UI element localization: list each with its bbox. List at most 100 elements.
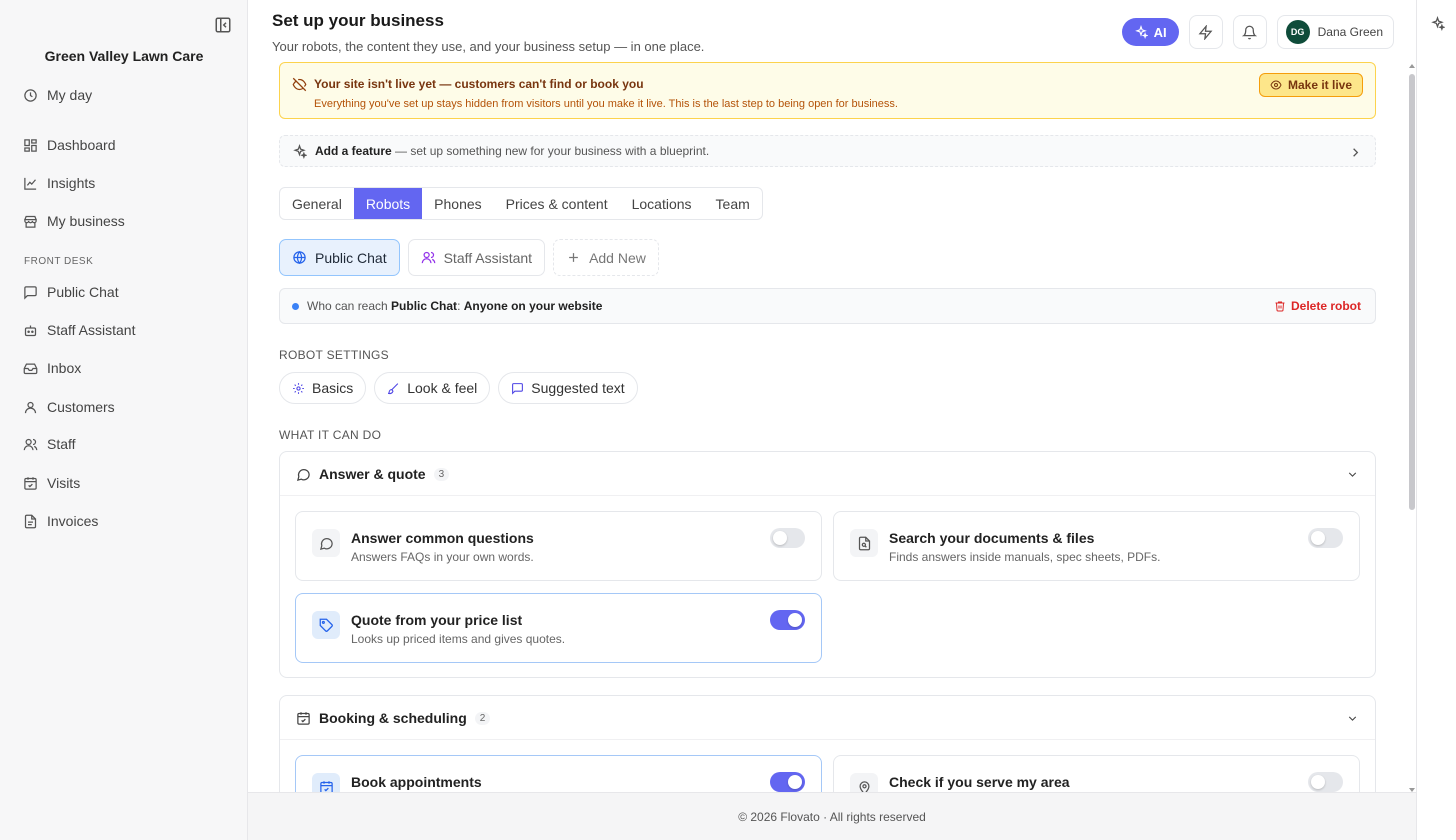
group-header[interactable]: Answer & quote 3 <box>296 466 450 482</box>
sidebar-item-visits[interactable]: Visits <box>23 472 80 494</box>
file-text-icon <box>24 514 37 528</box>
capability-toggle[interactable] <box>1308 772 1343 792</box>
robot-tab-public-chat[interactable]: Public Chat <box>279 239 400 276</box>
sidebar-item-label: Invoices <box>47 513 99 529</box>
sidebar-item-label: Public Chat <box>47 284 119 300</box>
sidebar-item-my-business[interactable]: My business <box>23 210 125 232</box>
user-name: Dana Green <box>1317 25 1383 39</box>
sidebar-collapse-icon[interactable] <box>214 16 232 34</box>
delete-robot-button[interactable]: Delete robot <box>1274 299 1361 313</box>
sidebar-item-label: Staff Assistant <box>47 322 136 338</box>
settings-pill-suggested-text[interactable]: Suggested text <box>498 372 638 404</box>
bell-icon <box>1242 25 1258 39</box>
capability-card-service-area: Check if you serve my area <box>833 755 1360 792</box>
chart-line-icon <box>24 177 37 190</box>
brush-icon <box>388 382 399 394</box>
users-icon <box>23 438 38 450</box>
sidebar-item-my-day[interactable]: My day <box>23 84 92 106</box>
sidebar-item-invoices[interactable]: Invoices <box>23 510 98 532</box>
robot-tab-staff-assistant[interactable]: Staff Assistant <box>407 239 546 276</box>
pill-label: Look & feel <box>407 380 478 396</box>
group-title: Booking & scheduling <box>319 710 467 726</box>
scroll-up-arrow[interactable] <box>1409 64 1415 68</box>
content-scrollbar[interactable] <box>1408 64 1416 792</box>
add-feature-desc: — set up something new for your business… <box>391 144 710 158</box>
add-new-robot-button[interactable]: Add New <box>553 239 659 276</box>
brand-name: Green Valley Lawn Care <box>44 48 204 64</box>
capability-toggle[interactable] <box>770 610 805 630</box>
scroll-down-arrow[interactable] <box>1409 788 1415 792</box>
capability-toggle[interactable] <box>1308 528 1343 548</box>
chevron-down-icon[interactable] <box>1346 712 1359 725</box>
calendar-check-icon <box>312 773 340 792</box>
trash-icon <box>1275 301 1285 312</box>
settings-pill-look-feel[interactable]: Look & feel <box>374 372 491 404</box>
gear-icon <box>293 382 304 394</box>
scroll-thumb[interactable] <box>1409 74 1415 510</box>
sparkles-icon[interactable] <box>1430 16 1445 31</box>
robot-tabs: Public Chat Staff Assistant Add New <box>279 239 659 276</box>
chevron-down-icon[interactable] <box>1346 468 1359 481</box>
tab-general[interactable]: General <box>280 188 354 219</box>
content-scroll-area[interactable]: Your site isn't live yet — customers can… <box>248 58 1416 792</box>
sidebar-item-dashboard[interactable]: Dashboard <box>23 134 116 156</box>
card-title: Search your documents & files <box>889 530 1095 546</box>
plus-icon <box>569 253 578 262</box>
reach-prefix: Who can reach <box>307 299 392 313</box>
divider <box>280 495 1375 496</box>
tab-prices-content[interactable]: Prices & content <box>494 188 620 219</box>
banner-title: Your site isn't live yet — customers can… <box>314 77 644 91</box>
sidebar-item-staff-assistant[interactable]: Staff Assistant <box>23 319 135 341</box>
file-search-icon <box>850 529 878 557</box>
capability-group-booking-scheduling: Booking & scheduling 2 Book appointments <box>279 695 1376 792</box>
status-dot <box>292 302 299 310</box>
make-it-live-label: Make it live <box>1287 78 1352 92</box>
capability-toggle[interactable] <box>770 528 805 548</box>
card-desc: Looks up priced items and gives quotes. <box>351 632 566 646</box>
card-title: Quote from your price list <box>351 612 523 628</box>
tab-locations[interactable]: Locations <box>620 188 704 219</box>
card-title: Book appointments <box>351 774 482 790</box>
reach-robot: Public Chat <box>391 299 458 313</box>
sparkles-icon <box>293 143 307 159</box>
divider <box>280 739 1375 740</box>
eye-icon <box>1270 80 1282 90</box>
make-it-live-button[interactable]: Make it live <box>1258 73 1363 97</box>
site-not-live-banner: Your site isn't live yet — customers can… <box>279 62 1376 119</box>
sidebar-item-staff[interactable]: Staff <box>23 433 76 455</box>
add-feature-title: Add a feature <box>315 144 392 158</box>
chevron-right-icon <box>1348 145 1361 158</box>
add-feature-bar[interactable]: Add a feature — set up something new for… <box>279 135 1376 167</box>
quick-actions-button[interactable] <box>1188 15 1223 49</box>
sidebar-item-insights[interactable]: Insights <box>23 172 95 194</box>
robot-settings-label: ROBOT SETTINGS <box>279 348 389 362</box>
user-icon <box>24 401 37 413</box>
sidebar-item-label: Visits <box>47 475 81 491</box>
zap-icon <box>1198 24 1213 40</box>
sidebar-item-public-chat[interactable]: Public Chat <box>23 281 119 303</box>
notifications-button[interactable] <box>1232 15 1267 49</box>
tag-icon <box>312 611 340 639</box>
capability-card-quote-price-list: Quote from your price list Looks up pric… <box>295 593 822 663</box>
calendar-check-icon <box>24 476 37 490</box>
sidebar-item-customers[interactable]: Customers <box>23 396 115 418</box>
tab-robots[interactable]: Robots <box>353 188 423 219</box>
ai-button[interactable]: AI <box>1121 18 1179 46</box>
group-count: 2 <box>474 711 491 725</box>
group-header[interactable]: Booking & scheduling 2 <box>296 710 491 726</box>
sidebar-item-label: My day <box>47 87 93 103</box>
add-feature-text: Add a feature — set up something new for… <box>315 144 709 158</box>
sidebar-item-label: Dashboard <box>47 137 116 153</box>
what-it-can-do-label: WHAT IT CAN DO <box>279 428 382 442</box>
tab-phones[interactable]: Phones <box>422 188 493 219</box>
avatar: DG <box>1285 20 1310 44</box>
globe-icon <box>293 250 306 265</box>
settings-pill-basics[interactable]: Basics <box>279 372 367 404</box>
inbox-icon <box>23 363 38 374</box>
user-menu-button[interactable]: DG Dana Green <box>1276 15 1394 49</box>
capability-toggle[interactable] <box>770 772 805 792</box>
card-desc: Answers FAQs in your own words. <box>351 550 534 564</box>
sidebar-item-inbox[interactable]: Inbox <box>23 357 81 379</box>
tab-team[interactable]: Team <box>704 188 762 219</box>
card-title: Answer common questions <box>351 530 534 546</box>
